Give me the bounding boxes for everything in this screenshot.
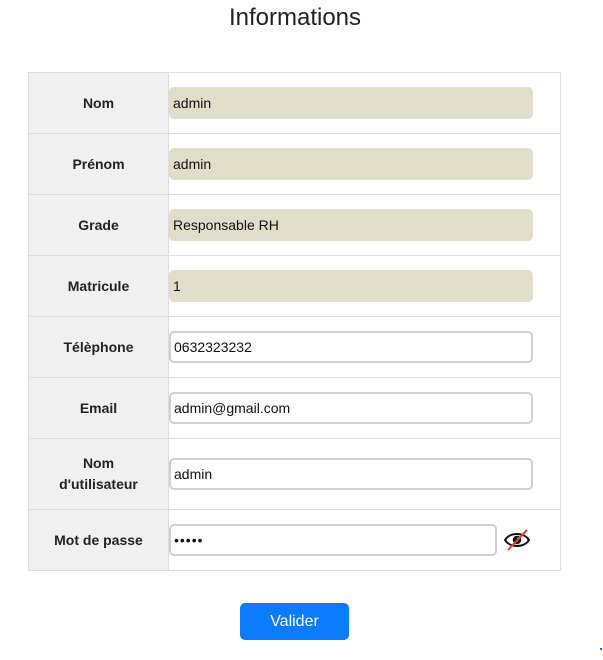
submit-button[interactable]: Valider — [240, 603, 349, 640]
username-label: Nom d'utilisateur — [28, 438, 169, 510]
email-label: Email — [28, 377, 169, 439]
matricule-field[interactable] — [169, 270, 533, 302]
row-password: Mot de passe — [28, 509, 561, 571]
password-wrapper — [169, 524, 560, 556]
row-telephone: Télèphone — [28, 316, 561, 378]
nom-field[interactable] — [169, 87, 533, 119]
row-email: Email — [28, 377, 561, 439]
username-label-line2: d'utilisateur — [59, 476, 138, 492]
grade-field[interactable] — [169, 209, 533, 241]
username-label-line1: Nom — [82, 455, 115, 471]
profile-form-table: Nom Prénom Grade Matricule Télèphone Ema… — [28, 72, 561, 571]
eye-slash-icon[interactable] — [503, 528, 531, 552]
username-field[interactable] — [169, 458, 533, 490]
row-grade: Grade — [28, 194, 561, 256]
prenom-label: Prénom — [28, 133, 169, 195]
grade-label: Grade — [28, 194, 169, 256]
password-field[interactable] — [169, 524, 497, 556]
matricule-label: Matricule — [28, 255, 169, 317]
nom-label: Nom — [28, 72, 169, 134]
row-prenom: Prénom — [28, 133, 561, 195]
row-matricule: Matricule — [28, 255, 561, 317]
page-title: Informations — [228, 4, 362, 31]
telephone-label: Télèphone — [28, 316, 169, 378]
telephone-field[interactable] — [169, 331, 533, 363]
prenom-field[interactable] — [169, 148, 533, 180]
row-nom: Nom — [28, 72, 561, 134]
email-field[interactable] — [169, 392, 533, 424]
corner-dot — [600, 648, 602, 650]
row-username: Nom d'utilisateur — [28, 438, 561, 510]
password-label: Mot de passe — [28, 509, 169, 571]
